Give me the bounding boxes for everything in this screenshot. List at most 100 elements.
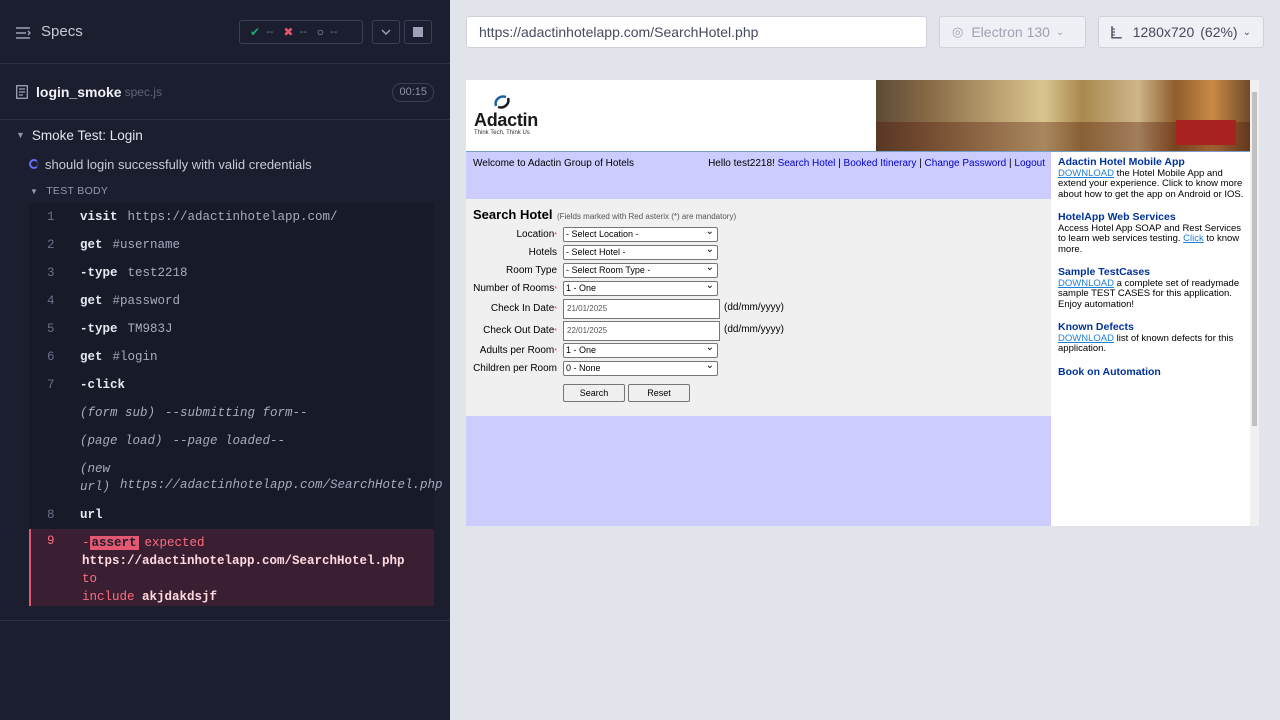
menu-icon[interactable] [16,26,32,39]
browser-name: Electron 130 [971,24,1050,40]
command-message: https://adactinhotelapp.com/ [127,210,338,224]
failed-count: -- [299,26,307,38]
nav-booked-itinerary[interactable]: Booked Itinerary [844,158,917,169]
event-name: (new url) [80,462,111,494]
test-body-toggle[interactable]: ▼ TEST BODY [0,179,450,203]
viewport-selector[interactable]: 1280x720 (62%) ⌄ [1098,16,1264,48]
assert-error-message: - assert expected https://adactinhotelapp.… [82,536,405,604]
url-bar[interactable]: https://adactinhotelapp.com/SearchHotel.… [466,16,927,48]
search-hotel-section: Search Hotel (Fields marked with Red ast… [466,199,1051,416]
test-title: should login successfully with valid cre… [45,156,312,172]
pending-stat: ○ -- [317,25,338,39]
scrollbar[interactable] [1250,80,1259,526]
command-name: get [80,350,103,364]
command-row[interactable]: 5 -type TM983J [29,315,434,343]
expected-value: akjdakdsjf [142,590,218,604]
event-message: --page loaded-- [172,434,286,448]
x-icon: ✖ [283,25,294,39]
chevron-down-icon [381,29,391,35]
welcome-text: Welcome to Adactin Group of Hotels [473,158,635,169]
reset-button[interactable]: Reset [628,384,690,402]
spec-name[interactable]: login_smoke [36,84,122,100]
command-number: 4 [47,294,55,308]
hotels-select[interactable]: - Select Hotel - [563,243,718,260]
event-row[interactable]: (form sub) --submitting form-- [29,399,434,427]
scrollbar-thumb[interactable] [1252,92,1257,426]
command-row[interactable]: 1 visit https://adactinhotelapp.com/ [29,203,434,231]
expand-button[interactable] [372,20,400,44]
suite-row[interactable]: ▼ Smoke Test: Login [0,121,450,149]
passed-count: -- [266,26,274,38]
command-name: -type [80,322,118,336]
web-services-click-link[interactable]: Click [1183,233,1204,244]
command-number: 5 [47,322,55,336]
defects-download-link[interactable]: DOWNLOAD [1058,333,1114,344]
zoom-level: (62%) [1200,24,1238,40]
adults-per-room-select[interactable]: 1 - One [563,341,718,358]
sidebar: Adactin Hotel Mobile App DOWNLOAD the Ho… [1058,157,1248,378]
chevron-down-icon: ⌄ [1055,26,1065,38]
command-number: 8 [47,508,55,522]
search-button[interactable]: Search [563,384,625,402]
command-number: 7 [47,378,55,392]
specs-header: Specs ✔ -- ✖ -- ○ -- [0,0,450,64]
nav-change-password[interactable]: Change Password [925,158,1007,169]
book-on-automation-link[interactable]: Book on Automation [1058,366,1248,378]
mobile-app-download-link[interactable]: DOWNLOAD [1058,168,1114,179]
mobile-app-title: Adactin Hotel Mobile App [1058,156,1185,168]
command-row[interactable]: 6 get #login [29,343,434,371]
logo-swirl-icon [494,95,510,109]
spec-file-row: login_smoke spec.js 00:15 [0,64,450,120]
check-out-date-input[interactable]: 22/01/2025 [563,321,720,341]
pending-icon: ○ [316,25,325,39]
hello-user: Hello test2218! [708,158,775,169]
actual-value: https://adactinhotelapp.com/SearchHotel.… [82,554,405,568]
check-in-date-input[interactable]: 21/01/2025 [563,299,720,319]
command-row[interactable]: 8 url [29,501,434,529]
command-row[interactable]: 4 get #password [29,287,434,315]
adactin-logo: Adactin Think Tech, Think Us [474,94,538,136]
nav-logout[interactable]: Logout [1014,158,1045,169]
adactin-header: Adactin Think Tech, Think Us [466,80,1250,152]
command-row[interactable]: 3 -type test2218 [29,259,434,287]
failed-assert-row[interactable]: 9 - assert expected https://adactinhotelap… [29,529,434,606]
event-message: --submitting form-- [165,406,308,420]
duration-badge: 00:15 [392,83,434,102]
running-spinner-icon [29,159,39,169]
command-message: TM983J [127,322,173,336]
viewport-size: 1280x720 [1132,24,1195,40]
stop-button[interactable] [404,20,432,44]
test-body-label: TEST BODY [46,185,109,197]
nav-search-hotel[interactable]: Search Hotel [778,158,836,169]
spec-ext: spec.js [124,84,162,99]
chevron-down-icon: ▼ [16,130,25,140]
browser-selector[interactable]: ◎ Electron 130 ⌄ [939,16,1086,48]
command-number: 1 [47,210,55,224]
event-row[interactable]: (page load) --page loaded-- [29,427,434,455]
command-number: 6 [47,350,55,364]
chevron-down-icon: ▼ [30,186,39,196]
nav-links: Hello test2218! Search Hotel | Booked It… [708,158,1045,169]
mandatory-note: (Fields marked with Red asterix (*) are … [556,212,737,221]
runner-panel: Specs ✔ -- ✖ -- ○ -- login_smoke spec.js 00… [0,0,450,720]
command-number: 3 [47,266,55,280]
room-type-select[interactable]: - Select Room Type - [563,261,718,278]
location-select[interactable]: - Select Location - [563,225,718,242]
event-row[interactable]: (new url) https://adactinhotelapp.com/Sea… [29,455,443,501]
command-row[interactable]: 7 -click [29,371,434,399]
command-message: #password [112,294,181,308]
command-row[interactable]: 2 get #username [29,231,434,259]
browser-icon: ◎ [952,24,964,39]
specs-title[interactable]: Specs [41,23,83,40]
assert-badge: assert [89,536,139,550]
command-number: 9 [47,534,55,548]
children-per-room-select[interactable]: 0 - None [563,359,718,376]
test-row[interactable]: should login successfully with valid cre… [0,149,450,179]
command-name: get [80,294,103,308]
testcases-download-link[interactable]: DOWNLOAD [1058,278,1114,289]
suite-title: Smoke Test: Login [31,127,143,143]
stats-bar: ✔ -- ✖ -- ○ -- [239,20,363,44]
page-title: Search Hotel [473,207,553,222]
chevron-down-icon: ⌄ [1242,26,1251,38]
number-of-rooms-select[interactable]: 1 - One [563,279,718,296]
